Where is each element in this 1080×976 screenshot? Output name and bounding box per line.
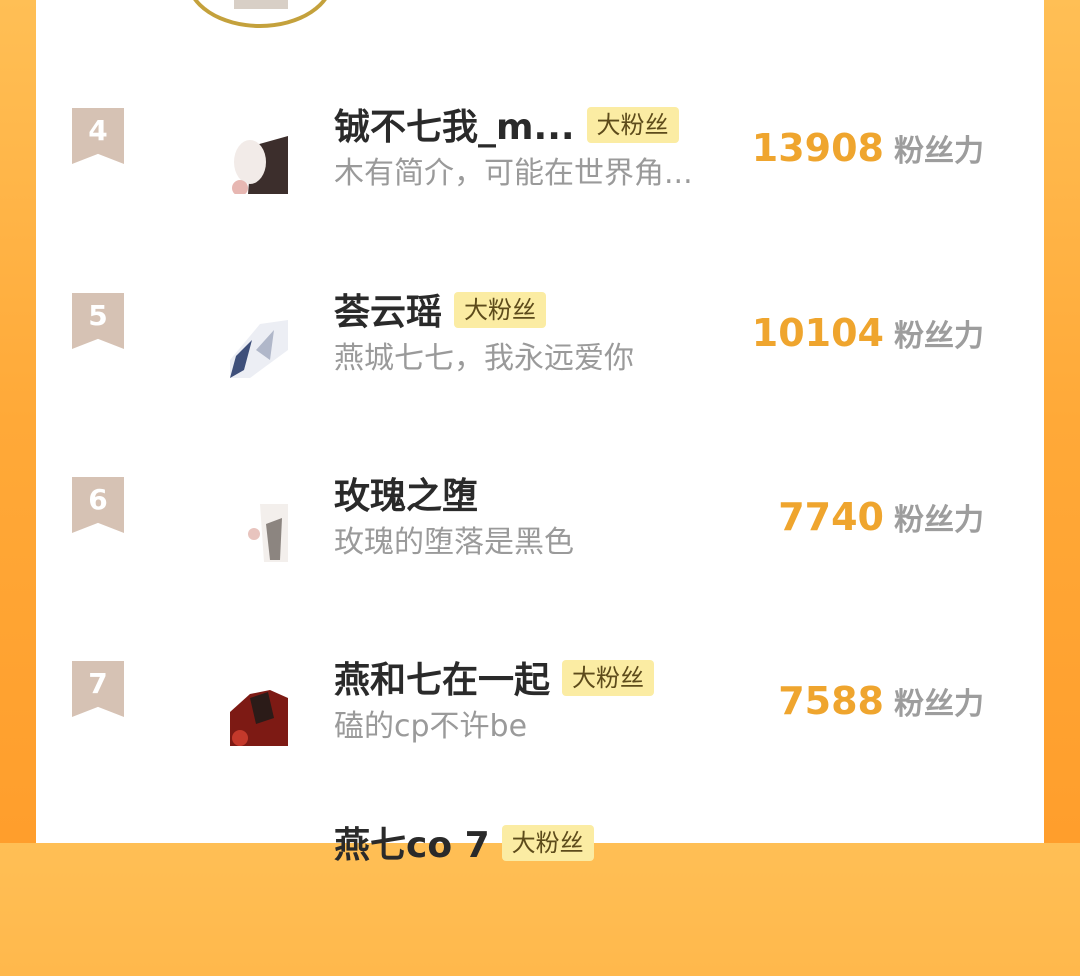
score-unit: 粉丝力 xyxy=(894,503,984,538)
user-name[interactable]: 铖不七我_m... 大粉丝 xyxy=(334,107,679,148)
user-name-text: 燕和七在一起 xyxy=(334,660,551,701)
score-unit: 粉丝力 xyxy=(894,687,984,722)
rank-badge: 5 xyxy=(72,293,124,349)
user-name-text: 玫瑰之堕 xyxy=(334,476,479,517)
avatar[interactable] xyxy=(230,688,288,746)
user-bio: 玫瑰的堕落是黑色 xyxy=(334,525,574,560)
avatar-image xyxy=(230,688,288,746)
fan-power-score: 10104 粉丝力 xyxy=(752,311,984,363)
avatar[interactable] xyxy=(230,504,288,562)
fan-power-score: 13908 粉丝力 xyxy=(752,126,984,178)
ranking-row-4[interactable]: 4 铖不七我_m... 大粉丝 木有简介，可能在世界角... 13908 粉丝力 xyxy=(36,107,1044,258)
fan-power-score: 7588 粉丝力 xyxy=(778,679,984,731)
top-avatar[interactable] xyxy=(234,0,288,9)
fan-badge: 大粉丝 xyxy=(501,825,594,861)
rank-badge: 6 xyxy=(72,477,124,533)
user-name-text: 荟云瑶 xyxy=(334,292,443,333)
score-value: 10104 xyxy=(751,311,884,355)
fan-badge: 大粉丝 xyxy=(562,660,655,696)
user-bio: 燕城七七，我永远爱你 xyxy=(334,341,634,376)
fan-badge: 大粉丝 xyxy=(454,292,547,328)
user-bio: 磕的cp不许be xyxy=(334,709,528,744)
rank-badge: 4 xyxy=(72,108,124,164)
score-unit: 粉丝力 xyxy=(894,134,984,169)
user-name-text: 铖不七我_m... xyxy=(334,107,575,148)
avatar[interactable] xyxy=(230,136,288,194)
ranking-row-8[interactable]: 燕七co 7 大粉丝 xyxy=(36,825,1044,976)
score-value: 13908 xyxy=(751,126,884,170)
user-name-text: 燕七co 7 xyxy=(334,825,490,866)
score-value: 7588 xyxy=(778,679,884,723)
fan-power-score: 7740 粉丝力 xyxy=(778,495,984,547)
user-name[interactable]: 玫瑰之堕 xyxy=(334,477,478,517)
score-value: 7740 xyxy=(778,495,884,539)
ranking-panel: 4 铖不七我_m... 大粉丝 木有简介，可能在世界角... 13908 粉丝力 5 xyxy=(36,0,1044,866)
avatar-image xyxy=(230,320,288,378)
ranking-row-6[interactable]: 6 玫瑰之堕 玫瑰的堕落是黑色 7740 粉丝力 xyxy=(36,477,1044,627)
fan-badge: 大粉丝 xyxy=(586,107,679,143)
avatar-image xyxy=(230,504,288,562)
ranking-row-7[interactable]: 7 燕和七在一起 大粉丝 磕的cp不许be 7588 粉丝力 xyxy=(36,660,1044,811)
avatar[interactable] xyxy=(230,320,288,378)
rank-badge: 7 xyxy=(72,661,124,717)
user-name[interactable]: 荟云瑶 大粉丝 xyxy=(334,292,547,333)
user-name[interactable]: 燕七co 7 大粉丝 xyxy=(334,825,594,866)
avatar-image xyxy=(230,136,288,194)
ranking-row-5[interactable]: 5 荟云瑶 大粉丝 燕城七七，我永远爱你 10104 粉丝力 xyxy=(36,292,1044,443)
user-bio: 木有简介，可能在世界角... xyxy=(334,156,693,191)
user-name[interactable]: 燕和七在一起 大粉丝 xyxy=(334,660,655,701)
score-unit: 粉丝力 xyxy=(894,319,984,354)
